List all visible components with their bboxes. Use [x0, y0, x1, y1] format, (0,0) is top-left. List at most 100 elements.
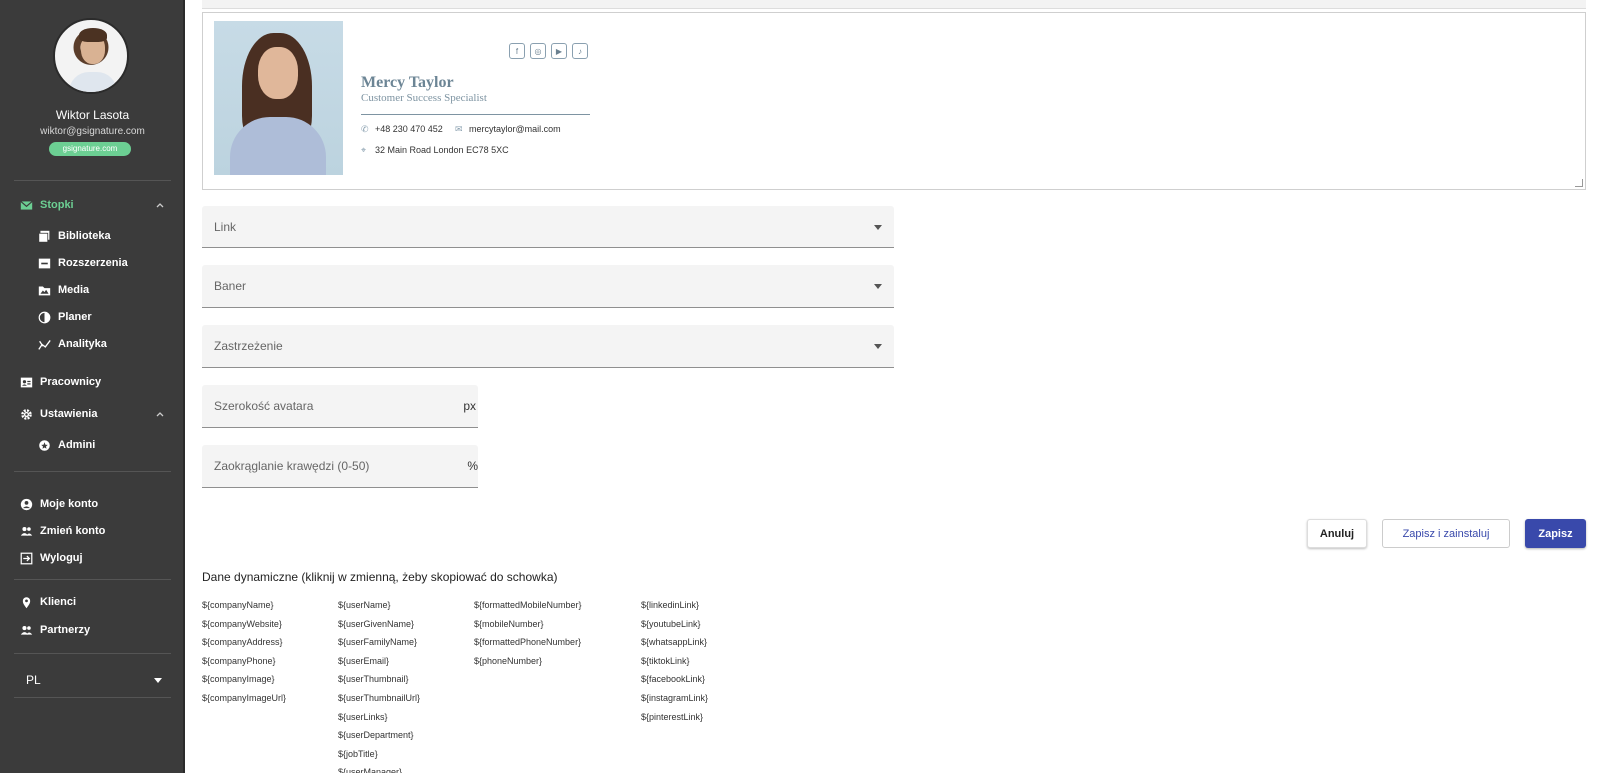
dynamic-variable[interactable]: ${pinterestLink} [641, 708, 708, 727]
dynamic-variable[interactable]: ${whatsappLink} [641, 633, 708, 652]
dynamic-variable[interactable]: ${instagramLink} [641, 689, 708, 708]
nav-analityka[interactable]: Analityka [38, 335, 107, 353]
nav-label: Ustawienia [40, 408, 98, 420]
user-email: wiktor@gsignature.com [40, 126, 145, 137]
signature-preview[interactable]: f ◎ ▶ ♪ Mercy Taylor Customer Success Sp… [202, 12, 1586, 190]
extension-icon [38, 257, 51, 270]
nav-ustawienia[interactable]: Ustawienia [20, 405, 97, 423]
nav-biblioteka[interactable]: Biblioteka [38, 227, 111, 245]
gear-icon [20, 408, 33, 421]
domain-badge: gsignature.com [49, 142, 131, 156]
analytics-icon [38, 338, 51, 351]
chevron-up-icon[interactable] [155, 200, 165, 210]
nav-media[interactable]: Media [38, 281, 89, 299]
tiktok-icon[interactable]: ♪ [572, 43, 588, 59]
avatar-width-label: Szerokość avatara [214, 399, 314, 413]
user-avatar[interactable] [53, 18, 129, 94]
signature-address: 32 Main Road London EC78 5XC [375, 145, 509, 155]
dynamic-variable[interactable]: ${companyImageUrl} [202, 689, 286, 708]
nav-label: Stopki [40, 199, 74, 211]
avatar-width-input[interactable]: Szerokość avatara px [202, 385, 478, 428]
dynamic-variable[interactable]: ${userThumbnailUrl} [338, 689, 420, 708]
dynamic-column-user: ${userName} ${userGivenName} ${userFamil… [338, 596, 420, 773]
dynamic-variable[interactable]: ${userFamilyName} [338, 633, 420, 652]
signature-phone: +48 230 470 452 [375, 124, 443, 134]
instagram-icon[interactable]: ◎ [530, 43, 546, 59]
location-icon: ⌖ [361, 144, 367, 155]
corner-radius-label: Zaokrąglanie krawędzi (0-50) [214, 459, 370, 473]
switch-account-icon [20, 525, 33, 538]
save-button[interactable]: Zapisz [1525, 519, 1586, 548]
nav-label: Moje konto [40, 498, 99, 510]
dynamic-variable[interactable]: ${companyName} [202, 596, 286, 615]
social-icons: f ◎ ▶ ♪ [509, 43, 588, 59]
corner-radius-input[interactable]: Zaokrąglanie krawędzi (0-50) % [202, 445, 478, 488]
dynamic-variable[interactable]: ${phoneNumber} [474, 652, 582, 671]
corner-radius-suffix: % [467, 459, 478, 473]
link-select[interactable]: Link [202, 206, 894, 248]
nav-label: Biblioteka [58, 230, 111, 242]
language-select[interactable]: PL [26, 673, 41, 687]
nav-stopki[interactable]: Stopki [20, 196, 74, 214]
dynamic-variable[interactable]: ${userName} [338, 596, 420, 615]
nav-planer[interactable]: Planer [38, 308, 92, 326]
dynamic-variable[interactable]: ${userThumbnail} [338, 670, 420, 689]
nav-label: Wyloguj [40, 552, 83, 564]
nav-label: Klienci [40, 596, 77, 608]
banner-select[interactable]: Baner [202, 265, 894, 308]
signature-title: Customer Success Specialist [361, 92, 487, 104]
dynamic-variable[interactable]: ${facebookLink} [641, 670, 708, 689]
dynamic-variable[interactable]: ${userDepartment} [338, 726, 420, 745]
nav-klienci[interactable]: Klienci [20, 593, 76, 611]
nav-wyloguj[interactable]: Wyloguj [20, 549, 83, 567]
media-icon [38, 284, 51, 297]
dynamic-variable[interactable]: ${userLinks} [338, 708, 420, 727]
resize-handle[interactable] [1575, 179, 1583, 187]
nav-label: Zmień konto [40, 525, 106, 537]
cancel-button[interactable]: Anuluj [1307, 519, 1367, 548]
employees-icon [20, 376, 33, 389]
signature-divider [361, 114, 590, 115]
nav-label: Pracownicy [40, 376, 102, 388]
dynamic-variable[interactable]: ${formattedMobileNumber} [474, 596, 582, 615]
nav-moje-konto[interactable]: Moje konto [20, 495, 98, 513]
library-icon [38, 230, 51, 243]
dynamic-variable[interactable]: ${tiktokLink} [641, 652, 708, 671]
nav-zmien-konto[interactable]: Zmień konto [20, 522, 105, 540]
nav-label: Analityka [58, 338, 107, 350]
nav-rozszerzenia[interactable]: Rozszerzenia [38, 254, 128, 272]
dynamic-variable[interactable]: ${jobTitle} [338, 745, 420, 764]
youtube-icon[interactable]: ▶ [551, 43, 567, 59]
nav-partnerzy[interactable]: Partnerzy [20, 621, 90, 639]
dynamic-variable[interactable]: ${userManager} [338, 763, 420, 773]
dynamic-variable[interactable]: ${userGivenName} [338, 615, 420, 634]
account-icon [20, 498, 33, 511]
facebook-icon[interactable]: f [509, 43, 525, 59]
signature-photo [214, 21, 343, 175]
nav-pracownicy[interactable]: Pracownicy [20, 373, 101, 391]
dynamic-variable[interactable]: ${mobileNumber} [474, 615, 582, 634]
nav-admini[interactable]: Admini [38, 436, 95, 454]
chevron-down-icon[interactable] [154, 678, 162, 683]
phone-icon: ✆ [361, 123, 369, 134]
dynamic-variable[interactable]: ${userEmail} [338, 652, 420, 671]
save-and-install-button[interactable]: Zapisz i zainstaluj [1382, 519, 1510, 548]
dynamic-variable[interactable]: ${companyAddress} [202, 633, 286, 652]
dynamic-variable[interactable]: ${youtubeLink} [641, 615, 708, 634]
disclaimer-select[interactable]: Zastrzeżenie [202, 325, 894, 368]
chevron-down-icon [874, 344, 882, 349]
signature-address-row: ⌖ 32 Main Road London EC78 5XC [361, 145, 509, 155]
signature-email: mercytaylor@mail.com [469, 124, 561, 134]
chevron-down-icon [874, 284, 882, 289]
nav-label: Rozszerzenia [58, 257, 128, 269]
dynamic-variable[interactable]: ${companyWebsite} [202, 615, 286, 634]
planner-icon [38, 311, 51, 324]
dynamic-data-title: Dane dynamiczne (kliknij w zmienną, żeby… [202, 570, 558, 584]
chevron-up-icon[interactable] [155, 409, 165, 419]
dynamic-variable[interactable]: ${formattedPhoneNumber} [474, 633, 582, 652]
logout-icon [20, 552, 33, 565]
dynamic-variable[interactable]: ${companyImage} [202, 670, 286, 689]
dynamic-variable[interactable]: ${companyPhone} [202, 652, 286, 671]
user-name: Wiktor Lasota [55, 108, 130, 122]
dynamic-variable[interactable]: ${linkedinLink} [641, 596, 708, 615]
